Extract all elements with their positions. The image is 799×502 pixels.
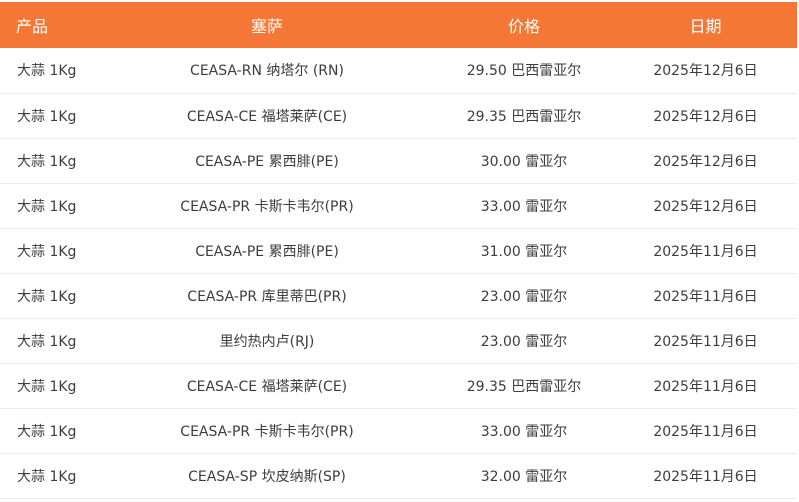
cell-date: 2025年12月6日 — [653, 108, 758, 125]
cell-price: 29.35 巴西雷亚尔 — [466, 378, 582, 395]
table-row: 大蒜 1Kg CEASA-PR 卡斯卡韦尔(PR) 33.00 雷亚尔 2025… — [0, 183, 797, 228]
table-row: 大蒜 1Kg CEASA-PE 累西腓(PE) 30.00 雷亚尔 2025年1… — [0, 138, 797, 183]
cell-ceasa: CEASA-CE 福塔莱萨(CE) — [186, 378, 348, 395]
cell-date: 2025年11月6日 — [653, 333, 758, 350]
cell-ceasa: CEASA-PE 累西腓(PE) — [195, 243, 339, 260]
cell-price: 32.00 雷亚尔 — [480, 468, 568, 485]
table-body: 大蒜 1Kg CEASA-RN 纳塔尔 (RN) 29.50 巴西雷亚尔 202… — [0, 48, 797, 498]
cell-product: 大蒜 1Kg — [17, 288, 77, 305]
table-row: 大蒜 1Kg CEASA-RN 纳塔尔 (RN) 29.50 巴西雷亚尔 202… — [0, 48, 797, 93]
cell-date: 2025年11月6日 — [653, 378, 758, 395]
cell-product: 大蒜 1Kg — [17, 243, 77, 260]
cell-product: 大蒜 1Kg — [17, 63, 77, 80]
cell-price: 33.00 雷亚尔 — [480, 198, 568, 215]
cell-ceasa: CEASA-SP 坎皮纳斯(SP) — [188, 468, 346, 485]
cell-price: 29.50 巴西雷亚尔 — [466, 63, 582, 80]
header-ceasa[interactable]: 塞萨 — [100, 2, 434, 48]
cell-price: 30.00 雷亚尔 — [480, 153, 568, 170]
cell-date: 2025年12月6日 — [653, 198, 758, 215]
cell-price: 33.00 雷亚尔 — [480, 423, 568, 440]
table-row: 大蒜 1Kg CEASA-SP 坎皮纳斯(SP) 32.00 雷亚尔 2025年… — [0, 453, 797, 498]
cell-price: 31.00 雷亚尔 — [480, 243, 568, 260]
table-header: 产品 塞萨 价格 日期 — [0, 2, 797, 48]
header-price[interactable]: 价格 — [434, 2, 614, 48]
table-row: 大蒜 1Kg CEASA-PR 卡斯卡韦尔(PR) 33.00 雷亚尔 2025… — [0, 408, 797, 453]
cell-price: 23.00 雷亚尔 — [480, 333, 568, 350]
cell-product: 大蒜 1Kg — [17, 468, 77, 485]
cell-date: 2025年11月6日 — [653, 423, 758, 440]
price-table-container: 产品 塞萨 价格 日期 大蒜 1Kg CEASA-RN 纳塔尔 (RN) 29.… — [0, 2, 797, 502]
table-row: 大蒜 1Kg 里约热内卢(RJ) 23.00 雷亚尔 2025年11月6日 — [0, 318, 797, 363]
cell-date: 2025年12月6日 — [653, 63, 758, 80]
header-product[interactable]: 产品 — [0, 2, 100, 48]
table-row: 大蒜 1Kg CEASA-CE 福塔莱萨(CE) 29.35 巴西雷亚尔 202… — [0, 93, 797, 138]
table-row: 大蒜 1Kg CEASA-PR 库里蒂巴(PR) 23.00 雷亚尔 2025年… — [0, 273, 797, 318]
cell-product: 大蒜 1Kg — [17, 378, 77, 395]
table-row: 大蒜 1Kg CEASA-CE 福塔莱萨(CE) 29.35 巴西雷亚尔 202… — [0, 363, 797, 408]
cell-ceasa: CEASA-RN 纳塔尔 (RN) — [190, 63, 344, 80]
cell-ceasa: CEASA-PE 累西腓(PE) — [195, 153, 339, 170]
cell-product: 大蒜 1Kg — [17, 333, 77, 350]
cell-product: 大蒜 1Kg — [17, 423, 77, 440]
cell-product: 大蒜 1Kg — [17, 153, 77, 170]
cell-price: 23.00 雷亚尔 — [480, 288, 568, 305]
cell-date: 2025年12月6日 — [653, 153, 758, 170]
header-row: 产品 塞萨 价格 日期 — [0, 2, 797, 48]
cell-date: 2025年11月6日 — [653, 243, 758, 260]
cell-ceasa: CEASA-PR 卡斯卡韦尔(PR) — [180, 198, 354, 215]
cell-date: 2025年11月6日 — [653, 288, 758, 305]
cell-product: 大蒜 1Kg — [17, 198, 77, 215]
cell-ceasa: 里约热内卢(RJ) — [219, 333, 315, 350]
cell-ceasa: CEASA-PR 卡斯卡韦尔(PR) — [180, 423, 354, 440]
cell-ceasa: CEASA-PR 库里蒂巴(PR) — [187, 288, 347, 305]
header-date[interactable]: 日期 — [614, 2, 797, 48]
table-row: 大蒜 1Kg CEASA-PE 累西腓(PE) 31.00 雷亚尔 2025年1… — [0, 228, 797, 273]
cell-ceasa: CEASA-CE 福塔莱萨(CE) — [186, 108, 348, 125]
cell-date: 2025年11月6日 — [653, 468, 758, 485]
cell-product: 大蒜 1Kg — [17, 108, 77, 125]
price-table: 产品 塞萨 价格 日期 大蒜 1Kg CEASA-RN 纳塔尔 (RN) 29.… — [0, 2, 797, 499]
cell-price: 29.35 巴西雷亚尔 — [466, 108, 582, 125]
